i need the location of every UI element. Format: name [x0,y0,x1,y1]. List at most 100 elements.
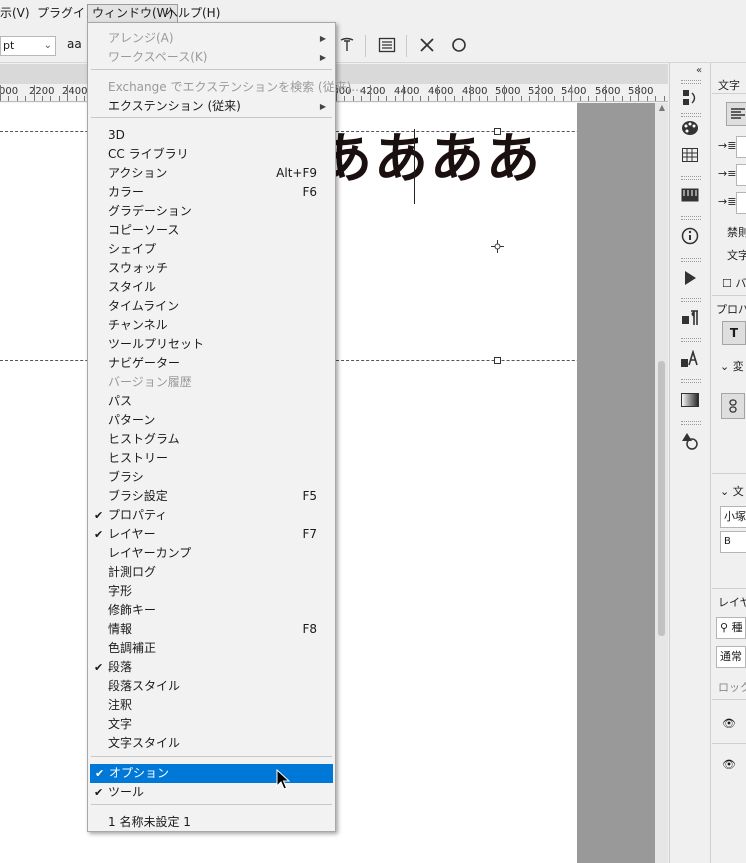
ruler-tick [479,96,480,101]
font-family-field[interactable]: 小塚 [720,506,746,528]
character-icon[interactable] [679,349,701,369]
cancel-icon[interactable] [415,33,439,57]
panel-grip[interactable] [681,113,701,117]
menu-item[interactable]: 計測ログ [89,563,334,582]
menu-item[interactable]: 文字 [89,715,334,734]
space-before-field[interactable] [736,192,746,214]
panel-grip[interactable] [681,176,701,180]
menu-item[interactable]: ブラシ [89,468,334,487]
visibility-eye-icon[interactable]: 👁 [722,717,736,730]
panel-tab-character[interactable]: 文字 [718,77,740,93]
panel-grip[interactable] [681,80,701,84]
gradient-icon[interactable] [679,390,701,410]
collapse-panels-icon[interactable]: « [696,65,702,76]
menu-item[interactable]: 色調補正 [89,639,334,658]
menu-item[interactable]: ✔ プロパティ [89,506,334,525]
panel-grip[interactable] [681,216,701,220]
menu-item[interactable]: 修飾キー [89,601,334,620]
menu-item[interactable]: 字形 [89,582,334,601]
menu-item[interactable]: ✔ ツール [89,783,334,802]
menu-item[interactable]: アクション Alt+F9 [89,164,334,183]
menu-item[interactable]: ブラシ設定 F5 [89,487,334,506]
menu-item[interactable]: レイヤーカンプ [89,544,334,563]
menu-item-label: ツールプリセット [108,337,205,351]
menu-item[interactable]: シェイプ [89,240,334,259]
font-size-select[interactable]: pt ⌄ [0,36,56,56]
menu-help[interactable]: ヘルプ(H) [162,4,224,23]
color-palette-icon[interactable] [679,118,701,138]
font-style-field[interactable]: B [720,531,746,553]
menu-item[interactable]: チャンネル [89,316,334,335]
panel-grip[interactable] [681,421,701,425]
scroll-up-arrow-icon[interactable]: ▲ [657,103,667,113]
paragraph-icon[interactable] [679,308,701,328]
menu-item[interactable]: カラー F6 [89,183,334,202]
link-icon[interactable] [721,393,745,419]
menu-item[interactable]: グラデーション [89,202,334,221]
visibility-eye-icon[interactable]: 👁 [722,758,736,771]
bounding-box-handle[interactable] [494,357,501,364]
transform-label: 変 [732,360,744,373]
menu-item-label: 計測ログ [108,565,157,579]
antialias-icon[interactable]: aa [67,37,82,51]
checkmark-icon: ✔ [94,528,104,541]
menu-item[interactable]: ヒストグラム [89,430,334,449]
blend-mode-select[interactable]: 通常 [716,646,746,668]
character-paragraph-panel-icon[interactable] [375,33,399,57]
menu-item[interactable]: ✔ レイヤー F7 [89,525,334,544]
play-actions-icon[interactable] [679,268,701,288]
ruler-tick [67,85,68,101]
info-icon[interactable] [679,226,701,246]
menu-item[interactable]: 段落スタイル [89,677,334,696]
menu-view[interactable]: 示(V) [0,4,34,23]
chevron-down-icon: ⌄ [43,40,52,51]
layer-filter-field[interactable]: ⚲ 種 [716,617,746,639]
menu-item[interactable]: ヒストリー [89,449,334,468]
transform-section-toggle[interactable]: ⌄ 変 [720,358,744,374]
menu-item[interactable]: スウォッチ [89,259,334,278]
panel-grip[interactable] [681,258,701,262]
measure-icon[interactable] [679,185,701,205]
menu-item[interactable]: パターン [89,411,334,430]
bounding-box-handle[interactable] [494,128,501,135]
commit-icon[interactable] [447,33,471,57]
indent-left-field[interactable] [736,136,746,158]
menu-item[interactable]: 情報 F8 [89,620,334,639]
menu-item[interactable]: パス [89,392,334,411]
menu-item[interactable]: 文字スタイル [89,734,334,753]
reference-point-icon[interactable] [491,240,504,253]
separator [406,35,407,57]
panel-grip[interactable] [681,379,701,383]
menu-item[interactable]: ナビゲーター [89,354,334,373]
menu-item[interactable]: ✔ 段落 [89,658,334,677]
shapes-icon[interactable] [679,431,701,451]
warp-text-icon[interactable] [335,33,359,57]
menu-item[interactable]: スタイル [89,278,334,297]
panel-grip[interactable] [681,338,701,342]
align-left-button[interactable] [726,102,746,126]
ruler-tick [512,96,513,101]
menu-item[interactable]: 注釈 [89,696,334,715]
indent-first-field[interactable] [736,164,746,186]
menu-item[interactable]: エクステンション (従来) ▶ [89,97,334,116]
menu-item[interactable]: タイムライン [89,297,334,316]
panel-grip[interactable] [681,298,701,302]
separator [365,35,366,57]
menu-item[interactable]: 1 名称未設定 1 [89,813,334,832]
properties-panel-tab[interactable]: プロパ [716,301,746,317]
ruler-tick [437,85,438,101]
menu-item[interactable]: CC ライブラリ [89,145,334,164]
submenu-arrow-icon: ▶ [319,102,326,111]
layers-panel-tab[interactable]: レイヤー [718,594,746,610]
divider [712,93,746,94]
canvas-text[interactable]: ああああ [318,129,542,189]
menu-item[interactable]: ✔ オプション [90,764,333,783]
menu-item[interactable]: コピーソース [89,221,334,240]
swatches-grid-icon[interactable] [679,145,701,165]
hyphenation-checkbox[interactable]: ☐ バ [722,275,746,291]
history-brush-icon[interactable] [679,88,701,108]
character-section-toggle[interactable]: ⌄ 文 [720,483,744,499]
menu-item[interactable]: 3D [89,126,334,145]
scrollbar-thumb[interactable] [658,361,665,636]
menu-item[interactable]: ツールプリセット [89,335,334,354]
